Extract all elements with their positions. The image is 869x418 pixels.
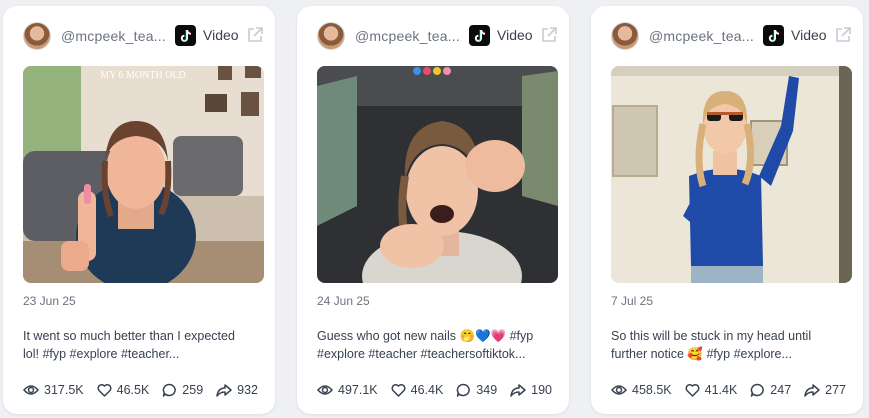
shares-stat: 190 xyxy=(510,383,552,397)
views-stat: 317.5K xyxy=(23,383,84,397)
comment-icon xyxy=(751,383,765,397)
heart-icon xyxy=(97,383,112,397)
author-handle[interactable]: @mcpeek_tea... xyxy=(61,28,169,44)
comments-count: 349 xyxy=(476,383,498,397)
external-link-icon[interactable] xyxy=(540,26,558,44)
likes-count: 46.5K xyxy=(116,383,150,397)
author-handle[interactable]: @mcpeek_tea... xyxy=(649,28,757,44)
post-caption[interactable]: So this will be stuck in my head until f… xyxy=(611,327,849,363)
heart-icon xyxy=(685,383,700,397)
share-icon xyxy=(510,384,526,397)
views-count: 458.5K xyxy=(632,383,672,397)
share-icon xyxy=(804,384,820,397)
video-thumbnail[interactable] xyxy=(317,66,558,283)
caption-line: It went so much better than I expected xyxy=(23,329,235,343)
likes-stat: 46.5K xyxy=(97,383,150,397)
shares-count: 932 xyxy=(237,383,259,397)
post-card[interactable]: @mcpeek_tea... Video xyxy=(297,6,569,414)
avatar[interactable] xyxy=(317,22,345,50)
external-link-icon[interactable] xyxy=(246,26,264,44)
video-thumbnail[interactable]: MY 6 MONTH OLD xyxy=(23,66,264,283)
views-stat: 458.5K xyxy=(611,383,672,397)
comments-count: 247 xyxy=(770,383,792,397)
video-thumbnail[interactable] xyxy=(611,66,852,283)
post-date: 23 Jun 25 xyxy=(23,294,76,308)
shares-stat: 277 xyxy=(804,383,846,397)
views-stat: 497.1K xyxy=(317,383,378,397)
tiktok-icon xyxy=(763,25,784,46)
post-caption[interactable]: Guess who got new nails 🤭💙💗 #fyp #explor… xyxy=(317,327,555,363)
avatar[interactable] xyxy=(23,22,51,50)
shares-count: 277 xyxy=(825,383,847,397)
avatar[interactable] xyxy=(611,22,639,50)
post-type-label: Video xyxy=(497,27,533,43)
stats-row: 458.5K 41.4K 247 277 xyxy=(611,381,859,399)
caption-line: Guess who got new nails 🤭💙💗 #fyp xyxy=(317,329,534,343)
likes-count: 41.4K xyxy=(704,383,738,397)
post-date: 7 Jul 25 xyxy=(611,294,654,308)
caption-line: lol! #fyp #explore #teacher... xyxy=(23,347,180,361)
external-link-icon[interactable] xyxy=(834,26,852,44)
likes-stat: 46.4K xyxy=(391,383,444,397)
card-header: @mcpeek_tea... Video xyxy=(297,6,569,64)
eye-icon xyxy=(23,385,39,395)
stats-row: 497.1K 46.4K 349 190 xyxy=(317,381,565,399)
comment-icon xyxy=(457,383,471,397)
tiktok-icon xyxy=(175,25,196,46)
share-icon xyxy=(216,384,232,397)
shares-stat: 932 xyxy=(216,383,258,397)
likes-count: 46.4K xyxy=(410,383,444,397)
card-header: @mcpeek_tea... Video xyxy=(3,6,275,64)
post-card[interactable]: @mcpeek_tea... Video xyxy=(3,6,275,414)
eye-icon xyxy=(611,385,627,395)
caption-line: So this will be stuck in my head until xyxy=(611,329,812,343)
heart-icon xyxy=(391,383,406,397)
caption-line: #explore #teacher #teachersoftiktok... xyxy=(317,347,526,361)
likes-stat: 41.4K xyxy=(685,383,738,397)
comments-stat: 349 xyxy=(456,383,497,397)
comments-count: 259 xyxy=(182,383,204,397)
tiktok-icon xyxy=(469,25,490,46)
comment-icon xyxy=(163,383,177,397)
post-type-label: Video xyxy=(203,27,239,43)
post-date: 24 Jun 25 xyxy=(317,294,370,308)
post-type-label: Video xyxy=(791,27,827,43)
views-count: 497.1K xyxy=(338,383,378,397)
author-handle[interactable]: @mcpeek_tea... xyxy=(355,28,463,44)
card-header: @mcpeek_tea... Video xyxy=(591,6,863,64)
comments-stat: 247 xyxy=(750,383,791,397)
post-caption[interactable]: It went so much better than I expected l… xyxy=(23,327,261,363)
eye-icon xyxy=(317,385,333,395)
media-overlay-text: MY 6 MONTH OLD xyxy=(100,70,185,81)
views-count: 317.5K xyxy=(44,383,84,397)
comments-stat: 259 xyxy=(162,383,203,397)
stats-row: 317.5K 46.5K 259 932 xyxy=(23,381,271,399)
caption-line: further notice 🥰 #fyp #explore... xyxy=(611,347,792,361)
post-card[interactable]: @mcpeek_tea... Video xyxy=(591,6,863,414)
shares-count: 190 xyxy=(531,383,553,397)
